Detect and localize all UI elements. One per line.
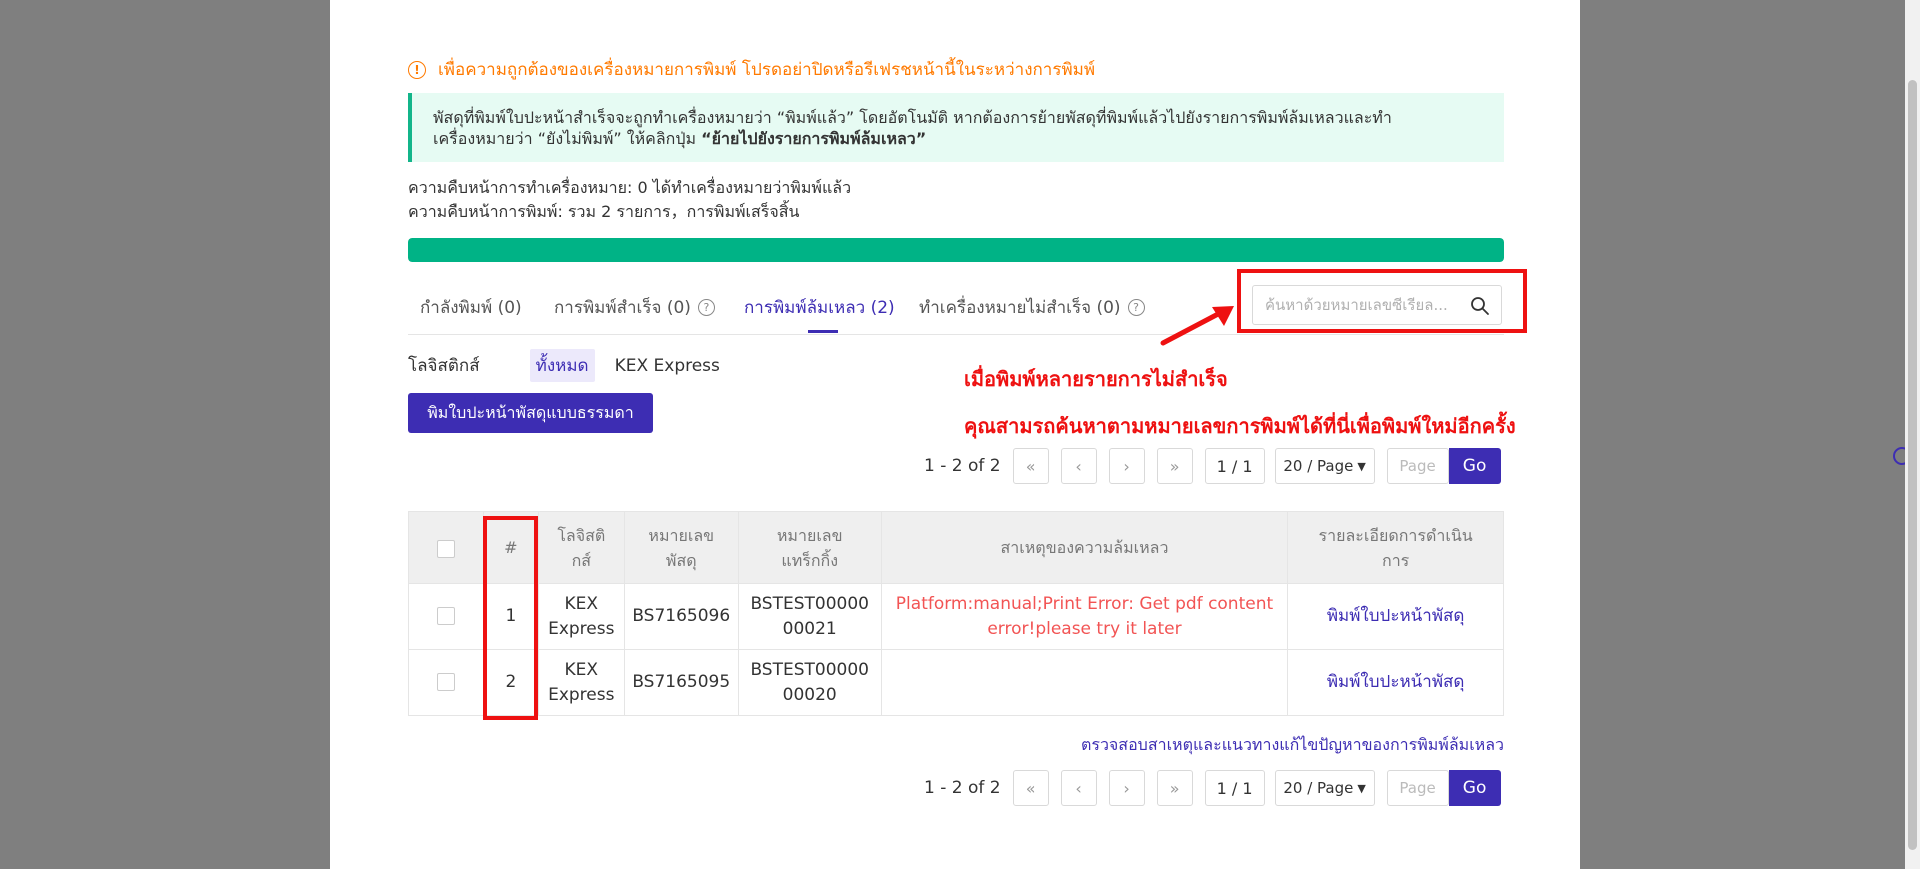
logistics-filter: โลจิสติกส์ ทั้งหมด KEX Express [408, 349, 720, 382]
filter-all[interactable]: ทั้งหมด [529, 349, 595, 382]
printing-progress: ความคืบหน้าการพิมพ์: รวม 2 รายการ，การพิม… [408, 202, 800, 221]
info-box: พัสดุที่พิมพ์ใบปะหน้าสำเร็จจะถูกทำเครื่อ… [408, 93, 1504, 162]
print-normal-label-button[interactable]: พิมใบปะหน้าพัสดุแบบธรรมดา [408, 393, 653, 433]
table-row: 1 KEX Express BS7165096 BSTEST00000 0002… [408, 583, 1504, 650]
progress-bar [408, 238, 1504, 262]
next-page-button[interactable]: › [1108, 770, 1145, 806]
row-select-cell [408, 583, 484, 650]
scrollbar-thumb[interactable] [1908, 80, 1917, 850]
tab-mark-failed[interactable]: ทำเครื่องหมายไม่สำเร็จ (0)? [919, 294, 1145, 321]
row-failure-reason: Platform:manual;Print Error: Get pdf con… [880, 583, 1289, 650]
select-all-cell [408, 511, 484, 584]
pagination-top: 1 - 2 of 2 « ‹ › » 1 / 1 20 / Page ▼ Page… [924, 448, 1501, 484]
next-page-button[interactable]: › [1108, 448, 1145, 484]
annotation-line-2: คุณสามรถค้นหาตามหมายเลขการพิมพ์ได้ที่นี่… [964, 414, 1516, 438]
info-line-2-text: เครื่องหมายว่า “ยังไม่พิมพ์” ให้คลิกปุ่ม [433, 129, 702, 148]
tab-print-failed[interactable]: การพิมพ์ล้มเหลว (2) [744, 294, 895, 321]
pagination-count: 1 - 2 of 2 [924, 778, 1001, 798]
failed-print-table: # โลจิสติ กส์ หมายเลข พัสดุ หมายเลข แทร็… [408, 511, 1504, 716]
header-logistics: โลจิสติ กส์ [537, 511, 625, 584]
progress-bar-fill [408, 238, 1504, 262]
chevron-left-icon: ‹ [1075, 456, 1082, 476]
header-action: รายละเอียดการดำเนิน การ [1287, 511, 1504, 584]
filter-label: โลจิสติกส์ [408, 356, 480, 376]
warning-icon: ! [408, 60, 426, 79]
page-size-value: 20 / Page [1283, 457, 1354, 475]
page-size-select[interactable]: 20 / Page ▼ [1274, 770, 1375, 806]
go-button[interactable]: Go [1448, 770, 1501, 806]
highlight-box-number-column [483, 516, 538, 720]
row-select-cell [408, 649, 484, 716]
tab-print-success-label: การพิมพ์สำเร็จ (0) [554, 298, 691, 318]
page-jump-input[interactable]: Page [1386, 448, 1449, 484]
chevron-left-icon: ‹ [1075, 778, 1082, 798]
tab-printing[interactable]: กำลังพิมพ์ (0) [420, 294, 522, 321]
row-logistics: KEX Express [537, 583, 625, 650]
last-page-button[interactable]: » [1156, 448, 1193, 484]
double-chevron-left-icon: « [1025, 456, 1036, 476]
marking-progress: ความคืบหน้าการทำเครื่องหมาย: 0 ได้ทำเครื… [408, 178, 852, 197]
table-header-row: # โลจิสติ กส์ หมายเลข พัสดุ หมายเลข แทร็… [408, 511, 1504, 584]
double-chevron-left-icon: « [1025, 778, 1036, 798]
pagination-count: 1 - 2 of 2 [924, 456, 1001, 476]
chevron-right-icon: › [1123, 456, 1130, 476]
row-failure-reason [880, 649, 1289, 716]
chevron-down-icon: ▼ [1357, 459, 1366, 473]
help-icon[interactable]: ? [1127, 299, 1145, 316]
tab-print-success[interactable]: การพิมพ์สำเร็จ (0)? [554, 294, 715, 321]
table-row: 2 KEX Express BS7165095 BSTEST00000 0002… [408, 649, 1504, 716]
first-page-button[interactable]: « [1012, 448, 1049, 484]
info-line-2-bold: “ย้ายไปยังรายการพิมพ์ล้มเหลว” [701, 129, 927, 148]
tab-print-failed-label: การพิมพ์ล้มเหลว (2) [744, 298, 895, 318]
page-size-value: 20 / Page [1283, 779, 1354, 797]
header-failure-reason: สาเหตุของความล้มเหลว [880, 511, 1289, 584]
current-page: 1 / 1 [1204, 770, 1265, 806]
row-print-label-link[interactable]: พิมพ์ใบปะหน้าพัสดุ [1287, 583, 1504, 650]
tab-printing-label: กำลังพิมพ์ (0) [420, 298, 522, 318]
row-parcel-number: BS7165096 [623, 583, 739, 650]
row-checkbox[interactable] [436, 607, 455, 625]
prev-page-button[interactable]: ‹ [1060, 448, 1097, 484]
row-checkbox[interactable] [436, 673, 455, 691]
chevron-down-icon: ▼ [1357, 781, 1366, 795]
page-scrollbar[interactable] [1905, 0, 1920, 869]
annotation-line-1: เมื่อพิมพ์หลายรายการไม่สำเร็จ [964, 367, 1228, 391]
page-jump-input[interactable]: Page [1386, 770, 1449, 806]
warning-text: เพื่อความถูกต้องของเครื่องหมายการพิมพ์ โ… [438, 60, 1096, 80]
header-tracking-number: หมายเลข แทร็กกิ้ง [737, 511, 882, 584]
info-line-1: พัสดุที่พิมพ์ใบปะหน้าสำเร็จจะถูกทำเครื่อ… [433, 108, 1392, 127]
info-line-2: เครื่องหมายว่า “ยังไม่พิมพ์” ให้คลิกปุ่ม… [433, 128, 1484, 149]
filter-kex-express[interactable]: KEX Express [615, 356, 720, 376]
header-parcel-number: หมายเลข พัสดุ [623, 511, 739, 584]
active-tab-underline [808, 330, 838, 333]
current-page: 1 / 1 [1204, 448, 1265, 484]
print-modal: ! เพื่อความถูกต้องของเครื่องหมายการพิมพ์… [330, 0, 1580, 869]
last-page-button[interactable]: » [1156, 770, 1193, 806]
row-print-label-link[interactable]: พิมพ์ใบปะหน้าพัสดุ [1287, 649, 1504, 716]
troubleshoot-link[interactable]: ตรวจสอบสาเหตุและแนวทางแก้ไขปัญหาของการพิ… [1081, 733, 1504, 758]
first-page-button[interactable]: « [1012, 770, 1049, 806]
help-icon[interactable]: ? [697, 299, 715, 316]
highlight-box-search [1237, 269, 1527, 333]
tab-mark-failed-label: ทำเครื่องหมายไม่สำเร็จ (0) [919, 298, 1121, 318]
progress-text: ความคืบหน้าการทำเครื่องหมาย: 0 ได้ทำเครื… [408, 176, 851, 224]
prev-page-button[interactable]: ‹ [1060, 770, 1097, 806]
row-tracking-number: BSTEST00000 00020 [737, 649, 882, 716]
row-parcel-number: BS7165095 [623, 649, 739, 716]
select-all-checkbox[interactable] [436, 539, 455, 558]
page-size-select[interactable]: 20 / Page ▼ [1274, 448, 1375, 484]
warning-banner: ! เพื่อความถูกต้องของเครื่องหมายการพิมพ์… [408, 56, 1095, 83]
row-tracking-number: BSTEST00000 00021 [737, 583, 882, 650]
row-logistics: KEX Express [537, 649, 625, 716]
annotation-arrow [1160, 306, 1234, 346]
go-button[interactable]: Go [1448, 448, 1501, 484]
chevron-right-icon: › [1123, 778, 1130, 798]
double-chevron-right-icon: » [1169, 778, 1180, 798]
pagination-bottom: 1 - 2 of 2 « ‹ › » 1 / 1 20 / Page ▼ Page… [924, 770, 1501, 806]
double-chevron-right-icon: » [1169, 456, 1180, 476]
